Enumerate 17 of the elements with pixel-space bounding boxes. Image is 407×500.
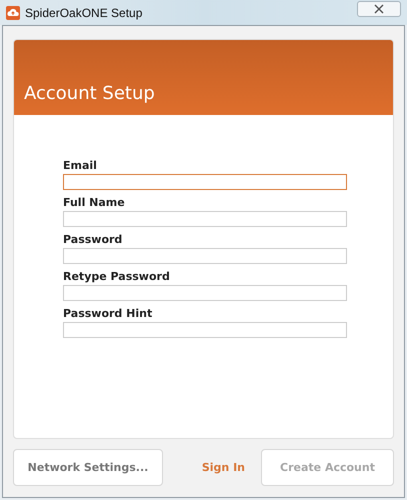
field-label: Password <box>63 233 122 246</box>
header-title: Account Setup <box>24 83 155 104</box>
field-label: Password Hint <box>63 307 152 320</box>
input-field[interactable] <box>63 285 347 301</box>
network-settings-button[interactable]: Network Settings... <box>13 449 163 486</box>
input-field[interactable] <box>63 211 347 227</box>
close-button[interactable] <box>357 0 401 16</box>
field-label: Full Name <box>63 196 125 209</box>
input-field[interactable] <box>63 174 347 190</box>
close-icon <box>373 4 385 14</box>
cloud-upload-icon <box>6 6 20 20</box>
sign-in-link[interactable]: Sign In <box>202 461 245 474</box>
field-label: Retype Password <box>63 270 170 283</box>
input-field[interactable] <box>63 322 347 338</box>
window-title: SpiderOakONE Setup <box>25 6 144 20</box>
field-label: Email <box>63 159 97 172</box>
input-field[interactable] <box>63 248 347 264</box>
